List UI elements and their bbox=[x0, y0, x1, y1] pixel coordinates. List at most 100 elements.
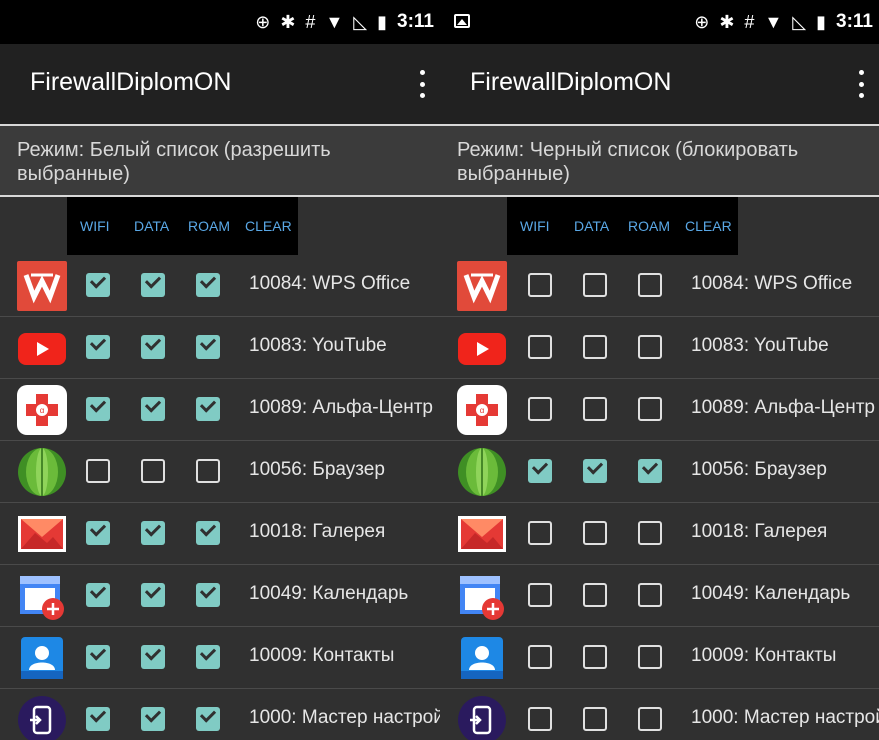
cell-signal-icon: ◺ bbox=[792, 11, 807, 32]
clear-button[interactable]: CLEAR bbox=[685, 218, 732, 234]
roam-checkbox[interactable] bbox=[196, 459, 220, 483]
app-name: 10084: WPS Office bbox=[691, 273, 853, 294]
wifi-checkbox[interactable] bbox=[86, 459, 110, 483]
roam-checkbox[interactable] bbox=[196, 645, 220, 669]
data-checkbox[interactable] bbox=[141, 645, 165, 669]
data-checkbox[interactable] bbox=[583, 521, 607, 545]
svg-text:α: α bbox=[480, 406, 485, 415]
data-checkbox[interactable] bbox=[141, 459, 165, 483]
data-checkbox[interactable] bbox=[583, 645, 607, 669]
app-row: α 10089: Альфа-Центр bbox=[440, 379, 879, 441]
wps-office-icon bbox=[457, 261, 507, 311]
wifi-checkbox[interactable] bbox=[528, 273, 552, 297]
app-name: 10009: Контакты bbox=[249, 645, 395, 666]
app-name: 10049: Календарь bbox=[691, 583, 851, 604]
gallery-icon bbox=[457, 509, 507, 559]
data-checkbox[interactable] bbox=[141, 583, 165, 607]
data-checkbox[interactable] bbox=[583, 459, 607, 483]
status-icons: ⊕ ✱ # ▼ ◺ ▮ 3:11 bbox=[255, 0, 434, 44]
app-list: 10084: WPS Office 10083: YouTube α 10089: А… bbox=[0, 255, 440, 740]
app-name: 10084: WPS Office bbox=[249, 273, 411, 294]
clock: 3:11 bbox=[397, 11, 434, 32]
app-title: FirewallDiplomON bbox=[470, 68, 672, 96]
wifi-checkbox[interactable] bbox=[86, 397, 110, 421]
roam-checkbox[interactable] bbox=[196, 335, 220, 359]
roam-checkbox[interactable] bbox=[196, 273, 220, 297]
setup-wizard-icon bbox=[457, 695, 507, 740]
contacts-icon bbox=[457, 633, 507, 683]
wifi-checkbox[interactable] bbox=[86, 273, 110, 297]
clock: 3:11 bbox=[836, 11, 873, 32]
data-checkbox[interactable] bbox=[141, 521, 165, 545]
app-row: 10084: WPS Office bbox=[440, 255, 879, 317]
clear-button[interactable]: CLEAR bbox=[245, 218, 292, 234]
wifi-checkbox[interactable] bbox=[528, 459, 552, 483]
roam-checkbox[interactable] bbox=[638, 645, 662, 669]
roam-checkbox[interactable] bbox=[638, 273, 662, 297]
wifi-checkbox[interactable] bbox=[86, 645, 110, 669]
data-checkbox[interactable] bbox=[583, 273, 607, 297]
sync-icon: ⊕ bbox=[694, 11, 710, 32]
youtube-icon bbox=[457, 323, 507, 373]
roam-checkbox[interactable] bbox=[638, 521, 662, 545]
data-checkbox[interactable] bbox=[583, 583, 607, 607]
roam-checkbox[interactable] bbox=[196, 521, 220, 545]
data-checkbox[interactable] bbox=[141, 273, 165, 297]
calendar-icon bbox=[457, 571, 507, 621]
column-data: DATA bbox=[574, 218, 610, 234]
roam-checkbox[interactable] bbox=[196, 583, 220, 607]
app-bar: FirewallDiplomON bbox=[0, 44, 440, 126]
data-checkbox[interactable] bbox=[583, 335, 607, 359]
mode-label[interactable]: Режим: Белый список (разрешить выбранные… bbox=[0, 126, 440, 197]
youtube-icon bbox=[17, 323, 67, 373]
wifi-checkbox[interactable] bbox=[528, 645, 552, 669]
app-name: 10009: Контакты bbox=[691, 645, 837, 666]
roam-checkbox[interactable] bbox=[638, 335, 662, 359]
mode-label[interactable]: Режим: Черный список (блокировать выбран… bbox=[440, 126, 879, 197]
app-name: 10018: Галерея bbox=[691, 521, 828, 542]
wifi-checkbox[interactable] bbox=[86, 707, 110, 731]
overflow-menu-icon[interactable] bbox=[418, 70, 426, 98]
app-row: α 10089: Альфа-Центр bbox=[0, 379, 440, 441]
roam-checkbox[interactable] bbox=[638, 583, 662, 607]
app-name: 1000: Мастер настройки bbox=[249, 707, 440, 728]
app-name: 10056: Браузер bbox=[691, 459, 827, 480]
data-checkbox[interactable] bbox=[141, 397, 165, 421]
data-checkbox[interactable] bbox=[583, 397, 607, 421]
alfa-center-icon: α bbox=[457, 385, 507, 435]
app-name: 10056: Браузер bbox=[249, 459, 385, 480]
left-phone-screen: ⊕ ✱ # ▼ ◺ ▮ 3:11 FirewallDiplomON Режим:… bbox=[0, 0, 440, 740]
app-row: 10083: YouTube bbox=[440, 317, 879, 379]
wifi-checkbox[interactable] bbox=[528, 521, 552, 545]
wps-office-icon bbox=[17, 261, 67, 311]
contacts-icon bbox=[17, 633, 67, 683]
wifi-checkbox[interactable] bbox=[86, 583, 110, 607]
wifi-checkbox[interactable] bbox=[528, 397, 552, 421]
wifi-checkbox[interactable] bbox=[528, 335, 552, 359]
app-row: 10009: Контакты bbox=[440, 627, 879, 689]
wifi-checkbox[interactable] bbox=[528, 583, 552, 607]
app-name: 10089: Альфа-Центр bbox=[249, 397, 433, 418]
roam-checkbox[interactable] bbox=[638, 459, 662, 483]
roam-checkbox[interactable] bbox=[638, 707, 662, 731]
wifi-checkbox[interactable] bbox=[86, 521, 110, 545]
app-row: 10083: YouTube bbox=[0, 317, 440, 379]
data-checkbox[interactable] bbox=[583, 707, 607, 731]
app-row: 10018: Галерея bbox=[440, 503, 879, 565]
wifi-checkbox[interactable] bbox=[528, 707, 552, 731]
overflow-menu-icon[interactable] bbox=[857, 70, 865, 98]
app-row: 10049: Календарь bbox=[0, 565, 440, 627]
data-checkbox[interactable] bbox=[141, 707, 165, 731]
app-row: 10009: Контакты bbox=[0, 627, 440, 689]
app-name: 10089: Альфа-Центр bbox=[691, 397, 875, 418]
app-list: 10084: WPS Office 10083: YouTube α 10089: А… bbox=[440, 255, 879, 740]
app-name: 10083: YouTube bbox=[249, 335, 387, 356]
roam-checkbox[interactable] bbox=[638, 397, 662, 421]
cell-signal-icon: ◺ bbox=[353, 11, 368, 32]
data-checkbox[interactable] bbox=[141, 335, 165, 359]
wifi-checkbox[interactable] bbox=[86, 335, 110, 359]
alfa-center-icon: α bbox=[17, 385, 67, 435]
app-name: 1000: Мастер настройки bbox=[691, 707, 879, 728]
roam-checkbox[interactable] bbox=[196, 397, 220, 421]
roam-checkbox[interactable] bbox=[196, 707, 220, 731]
